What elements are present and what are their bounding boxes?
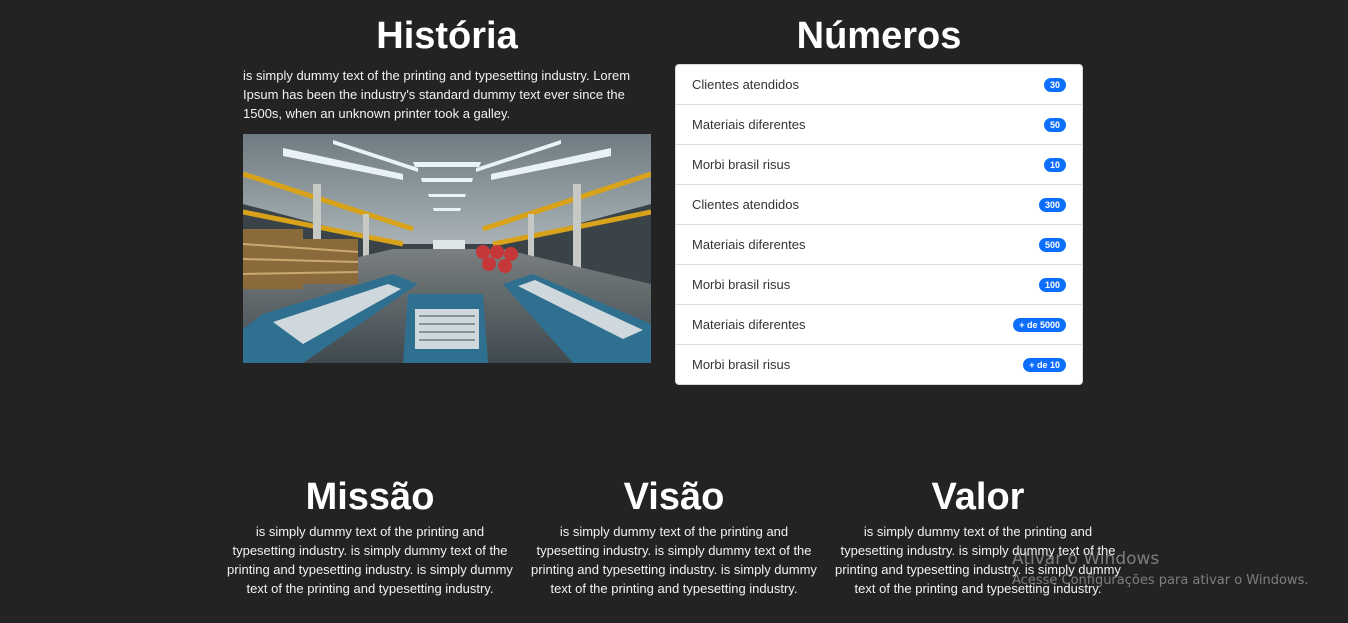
- count-badge: 100: [1038, 277, 1066, 292]
- valor-title: Valor: [931, 476, 1025, 518]
- list-item-label: Clientes atendidos: [692, 77, 799, 92]
- list-item-label: Morbi brasil risus: [692, 357, 791, 372]
- list-item-label: Materiais diferentes: [692, 117, 806, 132]
- missao-section: Missão is simply dummy text of the print…: [225, 472, 515, 598]
- page: História is simply dummy text of the pri…: [0, 0, 1348, 623]
- missao-text: is simply dummy text of the printing and…: [227, 524, 513, 596]
- visao-section: Visão is simply dummy text of the printi…: [529, 472, 819, 598]
- list-item[interactable]: Morbi brasil risus 100: [676, 265, 1082, 305]
- watermark-title: Ativar o Windows: [1012, 549, 1160, 569]
- historia-title: História: [376, 15, 518, 57]
- visao-title: Visão: [623, 476, 725, 518]
- list-item[interactable]: Morbi brasil risus 10: [676, 145, 1082, 185]
- list-item[interactable]: Morbi brasil risus + de 10: [676, 345, 1082, 384]
- list-item-label: Morbi brasil risus: [692, 157, 791, 172]
- factory-illustration: [243, 134, 651, 363]
- watermark-subtitle: Acesse Configurações para ativar o Windo…: [1012, 573, 1309, 588]
- count-badge: 50: [1043, 117, 1066, 132]
- list-item[interactable]: Clientes atendidos 30: [676, 65, 1082, 105]
- count-badge: 10: [1043, 157, 1066, 172]
- numeros-title: Números: [796, 15, 962, 57]
- factory-image: [243, 134, 651, 363]
- list-item[interactable]: Materiais diferentes + de 5000: [676, 305, 1082, 345]
- count-badge: + de 5000: [1013, 317, 1066, 332]
- count-badge: 30: [1043, 77, 1066, 92]
- list-item-label: Materiais diferentes: [692, 237, 806, 252]
- count-badge: + de 10: [1023, 357, 1066, 372]
- windows-activation-watermark: Ativar o Windows Acesse Configurações pa…: [1012, 548, 1308, 591]
- list-item[interactable]: Materiais diferentes 50: [676, 105, 1082, 145]
- list-item-label: Clientes atendidos: [692, 197, 799, 212]
- missao-title: Missão: [305, 476, 435, 518]
- numeros-list: Clientes atendidos 30 Materiais diferent…: [675, 64, 1083, 385]
- list-item[interactable]: Materiais diferentes 500: [676, 225, 1082, 265]
- list-item[interactable]: Clientes atendidos 300: [676, 185, 1082, 225]
- historia-section: História is simply dummy text of the pri…: [243, 10, 651, 363]
- list-item-label: Morbi brasil risus: [692, 277, 791, 292]
- visao-text: is simply dummy text of the printing and…: [531, 524, 817, 596]
- numeros-section: Números Clientes atendidos 30 Materiais …: [675, 10, 1083, 385]
- count-badge: 300: [1038, 197, 1066, 212]
- historia-text: is simply dummy text of the printing and…: [243, 68, 631, 121]
- count-badge: 500: [1038, 237, 1066, 252]
- list-item-label: Materiais diferentes: [692, 317, 806, 332]
